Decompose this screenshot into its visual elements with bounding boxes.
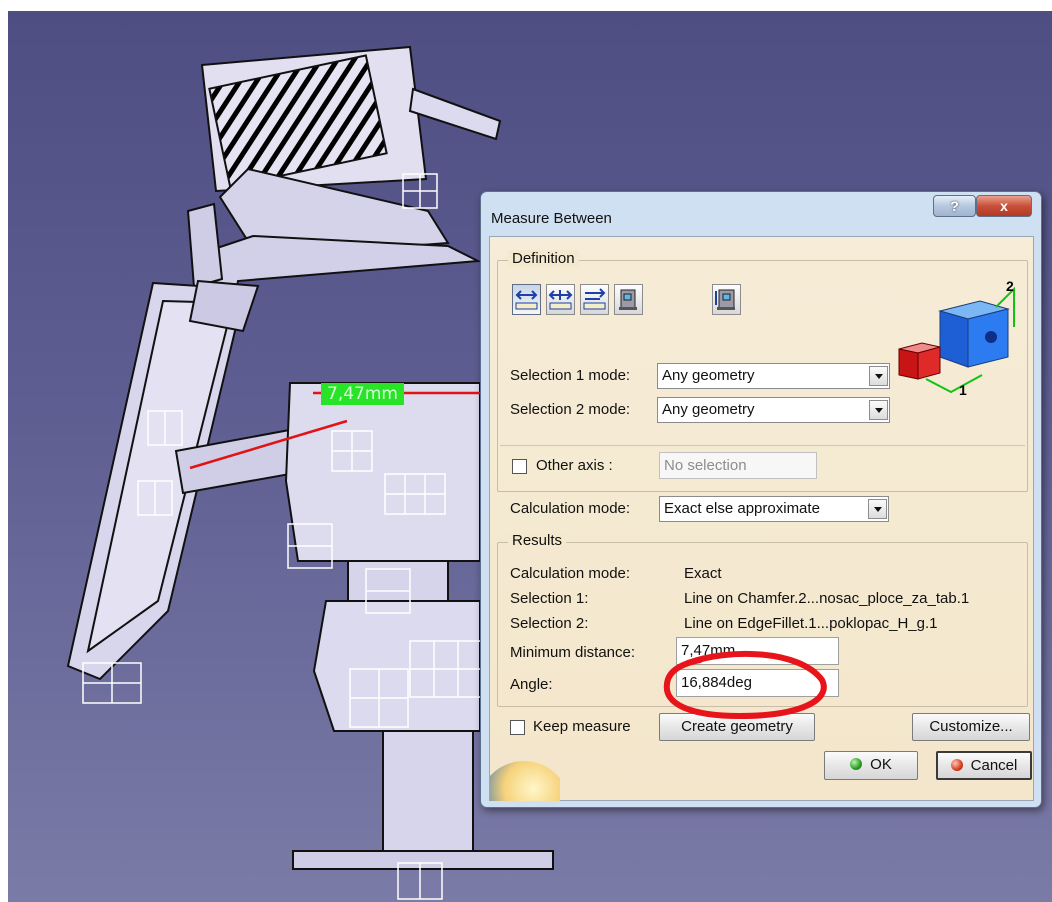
results-group-title: Results <box>508 532 567 549</box>
help-button[interactable]: ? <box>933 195 976 217</box>
measure-thickness-icon <box>715 289 735 310</box>
base-body <box>312 600 481 732</box>
keep-measure-checkbox[interactable] <box>510 720 525 735</box>
chevron-down-icon[interactable] <box>869 400 888 420</box>
calc-mode-combo[interactable]: Exact else approximate <box>659 496 889 522</box>
selection2-mode-combo[interactable]: Any geometry <box>657 397 890 423</box>
keep-measure-label: Keep measure <box>533 718 631 735</box>
dialog-titlebar[interactable]: Measure Between ? x <box>481 192 1041 234</box>
measure-in-fan-icon <box>583 288 606 310</box>
other-axis-field: No selection <box>659 452 817 479</box>
min-distance-label: Minimum distance: <box>510 644 636 661</box>
dialog-title: Measure Between <box>491 210 612 227</box>
head-housing <box>284 382 481 562</box>
cancel-button-label: Cancel <box>970 757 1018 774</box>
preview-label-2: 2 <box>1006 278 1014 294</box>
min-distance-field[interactable]: 7,47mm <box>676 637 839 665</box>
arm-rail <box>186 202 224 289</box>
sensor-cable <box>408 87 502 141</box>
ok-icon <box>850 758 863 770</box>
results-calc-mode-value: Exact <box>684 565 722 582</box>
selection1-mode-combo[interactable]: Any geometry <box>657 363 890 389</box>
definition-group: Definition 2 1 Selection 1 mode: Any geo… <box>497 250 1028 492</box>
definition-divider <box>500 445 1025 446</box>
other-axis-label: Other axis : <box>536 457 613 474</box>
angle-label: Angle: <box>510 676 553 693</box>
measure-between-dialog: Measure Between ? x Definition 2 1 Selec… <box>480 191 1042 808</box>
dialog-body: Definition 2 1 Selection 1 mode: Any geo… <box>489 236 1034 801</box>
results-group: Results Calculation mode: Exact Selectio… <box>497 532 1028 707</box>
calc-mode-label: Calculation mode: <box>510 500 631 517</box>
arm-clamp <box>188 279 260 333</box>
angle-field[interactable]: 16,884deg <box>676 669 839 697</box>
results-selection1-value: Line on Chamfer.2...nosac_ploce_za_tab.1 <box>684 590 970 607</box>
base-column <box>382 730 474 852</box>
cancel-button[interactable]: Cancel <box>936 751 1032 780</box>
base-plate <box>292 850 554 870</box>
results-calc-mode-label: Calculation mode: <box>510 565 631 582</box>
selection2-mode-value: Any geometry <box>662 401 755 418</box>
measure-preview-icon: 2 1 <box>898 278 1015 397</box>
measure-between-icon <box>515 290 538 310</box>
calc-mode-value: Exact else approximate <box>664 500 820 517</box>
measure-in-fan-button[interactable] <box>580 284 609 315</box>
measure-thickness-button[interactable] <box>712 284 741 315</box>
ok-button[interactable]: OK <box>824 751 918 780</box>
selection2-mode-label: Selection 2 mode: <box>510 401 631 418</box>
measure-distance-label: 7,47mm <box>321 383 404 405</box>
measure-item-icon <box>619 289 637 310</box>
selection1-mode-value: Any geometry <box>662 367 755 384</box>
create-geometry-button[interactable]: Create geometry <box>659 713 815 741</box>
measure-in-chain-icon <box>548 290 573 310</box>
measure-in-chain-button[interactable] <box>546 284 575 315</box>
definition-group-title: Definition <box>508 250 579 267</box>
cancel-icon <box>950 759 963 771</box>
chevron-down-icon[interactable] <box>869 366 888 386</box>
chevron-down-icon[interactable] <box>868 499 887 519</box>
measure-between-button[interactable] <box>512 284 541 315</box>
neck <box>347 560 449 602</box>
preview-label-1: 1 <box>959 382 967 397</box>
results-selection2-label: Selection 2: <box>510 615 589 632</box>
measure-item-button[interactable] <box>614 284 643 315</box>
selection1-mode-label: Selection 1 mode: <box>510 367 631 384</box>
catia-globe-icon <box>490 761 560 801</box>
results-selection1-label: Selection 1: <box>510 590 589 607</box>
ok-button-label: OK <box>870 756 892 773</box>
results-selection2-value: Line on EdgeFillet.1...poklopac_H_g.1 <box>684 615 938 632</box>
close-button[interactable]: x <box>976 195 1032 217</box>
customize-button[interactable]: Customize... <box>912 713 1030 741</box>
other-axis-checkbox[interactable] <box>512 459 527 474</box>
